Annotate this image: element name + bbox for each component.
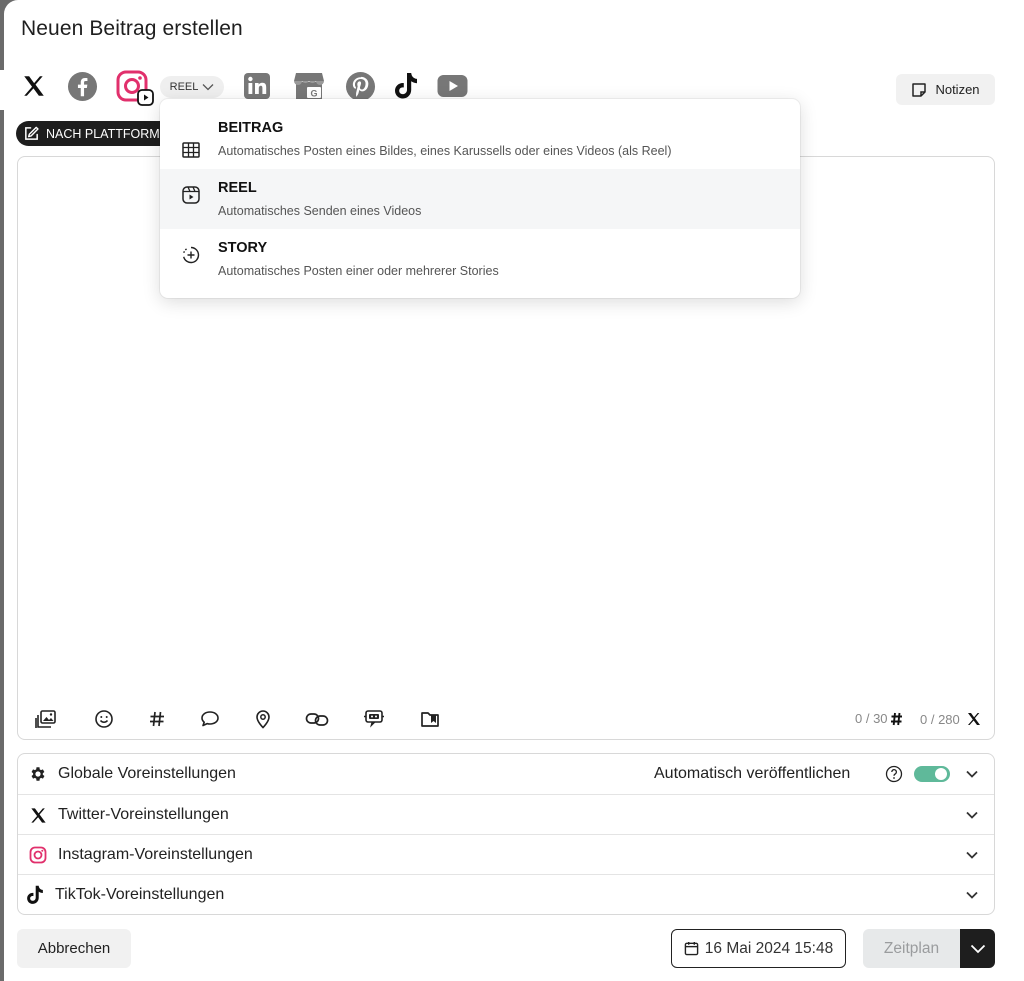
global-settings-row[interactable]: Globale Voreinstellungen Automatisch ver… bbox=[18, 754, 994, 794]
auto-publish-label: Automatisch veröffentlichen bbox=[654, 765, 851, 782]
facebook-icon[interactable] bbox=[66, 70, 98, 102]
tiktok-settings-row[interactable]: TikTok-Voreinstellungen bbox=[18, 874, 994, 914]
google-business-icon[interactable]: G bbox=[292, 70, 326, 102]
chevron-down-icon bbox=[202, 84, 214, 91]
svg-text:G: G bbox=[310, 89, 317, 99]
link-icon[interactable] bbox=[304, 708, 330, 730]
menu-item-reel[interactable]: REEL Automatisches Senden eines Videos bbox=[160, 169, 800, 229]
grid-icon bbox=[180, 139, 202, 161]
chevron-down-icon bbox=[970, 944, 985, 953]
hashtag-counter-value: 0 / 30 bbox=[855, 711, 888, 726]
hashtag-icon bbox=[890, 712, 902, 725]
menu-item-post-title: BEITRAG bbox=[218, 120, 284, 136]
pinterest-icon[interactable] bbox=[344, 70, 376, 102]
global-settings-label: Globale Voreinstellungen bbox=[58, 765, 236, 782]
menu-item-post-desc: Automatisches Posten eines Bildes, eines… bbox=[218, 144, 672, 158]
menu-item-reel-desc: Automatisches Senden eines Videos bbox=[218, 204, 422, 218]
ai-assistant-icon[interactable] bbox=[362, 708, 386, 730]
char-counter-value: 0 / 280 bbox=[920, 711, 960, 727]
chevron-down-icon[interactable] bbox=[964, 847, 980, 863]
auto-publish-toggle[interactable] bbox=[914, 766, 950, 782]
reel-icon bbox=[180, 184, 202, 206]
tiktok-icon[interactable] bbox=[391, 70, 421, 102]
twitter-settings-row[interactable]: Twitter-Voreinstellungen bbox=[18, 794, 994, 834]
help-icon[interactable] bbox=[885, 765, 903, 783]
youtube-icon[interactable] bbox=[436, 72, 468, 100]
x-icon bbox=[967, 713, 980, 725]
instagram-settings-row[interactable]: Instagram-Voreinstellungen bbox=[18, 834, 994, 874]
linkedin-icon[interactable] bbox=[242, 71, 272, 101]
tiktok-icon bbox=[25, 885, 45, 905]
location-icon[interactable] bbox=[252, 708, 274, 730]
media-gallery-icon[interactable] bbox=[35, 708, 57, 730]
menu-item-story[interactable]: STORY Automatisches Posten einer oder me… bbox=[160, 229, 800, 289]
x-icon bbox=[28, 805, 48, 825]
x-icon[interactable] bbox=[20, 72, 48, 100]
instagram-icon bbox=[28, 845, 48, 865]
per-platform-label: NACH PLATTFORM bbox=[46, 126, 160, 141]
cancel-button[interactable]: Abbrechen bbox=[17, 929, 131, 968]
per-platform-button[interactable]: NACH PLATTFORM bbox=[16, 121, 176, 146]
format-menu: BEITRAG Automatisches Posten eines Bilde… bbox=[160, 99, 800, 298]
chevron-down-icon[interactable] bbox=[964, 807, 980, 823]
gear-icon bbox=[28, 764, 48, 784]
twitter-settings-label: Twitter-Voreinstellungen bbox=[58, 806, 229, 823]
calendar-icon bbox=[684, 941, 699, 956]
format-selector-label: REEL bbox=[169, 81, 199, 93]
menu-item-story-desc: Automatisches Posten einer oder mehrerer… bbox=[218, 264, 499, 278]
notes-button-label: Notizen bbox=[935, 82, 980, 97]
bookmark-folder-icon[interactable] bbox=[419, 708, 441, 730]
story-icon bbox=[180, 244, 202, 266]
edit-icon bbox=[25, 126, 39, 140]
char-counter: 0 / 280 bbox=[920, 711, 982, 727]
date-picker-button[interactable]: 16 Mai 2024 15:48 bbox=[671, 929, 846, 968]
tiktok-settings-label: TikTok-Voreinstellungen bbox=[55, 886, 225, 903]
instagram-icon[interactable] bbox=[115, 70, 157, 108]
chevron-down-icon[interactable] bbox=[964, 766, 980, 782]
dialog-title: Neuen Beitrag erstellen bbox=[21, 17, 243, 40]
menu-item-story-title: STORY bbox=[218, 240, 268, 256]
notes-button[interactable]: Notizen bbox=[896, 74, 995, 105]
format-selector[interactable]: REEL bbox=[160, 76, 224, 98]
settings-panel: Globale Voreinstellungen Automatisch ver… bbox=[17, 753, 995, 915]
emoji-icon[interactable] bbox=[93, 708, 115, 730]
note-icon bbox=[912, 82, 927, 97]
hashtag-counter: 0 / 30 bbox=[855, 711, 903, 726]
menu-item-reel-title: REEL bbox=[218, 180, 257, 196]
chevron-down-icon[interactable] bbox=[964, 887, 980, 903]
instagram-settings-label: Instagram-Voreinstellungen bbox=[58, 846, 253, 863]
hashtag-icon[interactable] bbox=[146, 708, 168, 730]
date-picker-label: 16 Mai 2024 15:48 bbox=[704, 939, 834, 957]
menu-item-post[interactable]: BEITRAG Automatisches Posten eines Bilde… bbox=[160, 109, 800, 169]
comment-icon[interactable] bbox=[199, 708, 221, 730]
schedule-button[interactable]: Zeitplan bbox=[863, 929, 960, 968]
schedule-options-button[interactable] bbox=[960, 929, 995, 968]
